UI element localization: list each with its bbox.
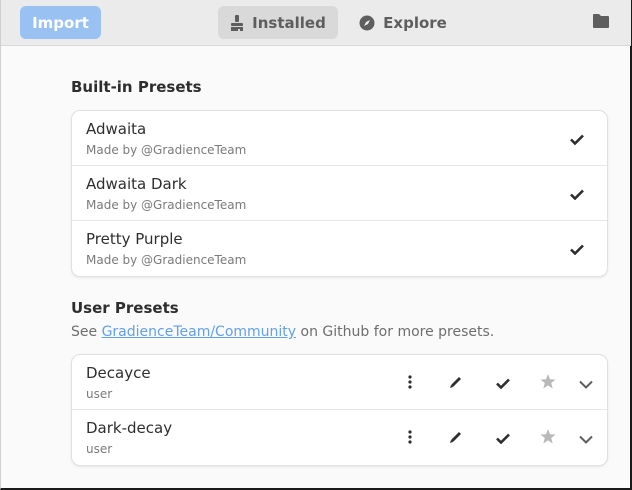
tab-explore[interactable]: Explore (353, 6, 453, 39)
open-folder-button[interactable] (591, 12, 611, 32)
pencil-icon (449, 429, 463, 448)
preset-author: user (86, 442, 113, 456)
check-icon (570, 185, 584, 204)
edit-button[interactable] (445, 372, 467, 394)
list-item[interactable]: Decayce user (72, 355, 607, 410)
tab-installed-label: Installed (252, 13, 326, 32)
preset-name: Pretty Purple (86, 230, 183, 248)
more-options-button[interactable] (399, 372, 421, 394)
preset-author: user (86, 387, 113, 401)
user-presets-title: User Presets (71, 299, 179, 317)
list-item[interactable]: Pretty Purple Made by @GradienceTeam (72, 221, 607, 276)
preset-author: Made by @GradienceTeam (86, 253, 247, 267)
check-icon (496, 374, 510, 393)
more-options-button[interactable] (399, 427, 421, 449)
community-link[interactable]: GradienceTeam/Community (102, 324, 297, 340)
header-bar: Import Installed Explore (1, 0, 631, 46)
preset-author: Made by @GradienceTeam (86, 198, 247, 212)
brush-icon (230, 14, 244, 31)
preset-name: Adwaita Dark (86, 175, 187, 193)
preset-name: Dark-decay (86, 419, 173, 437)
apply-button[interactable] (566, 128, 588, 150)
check-icon (570, 240, 584, 259)
app-window: Import Installed Explore Built-in Preset… (0, 0, 632, 490)
favorite-button[interactable] (537, 372, 559, 394)
note-prefix: See (71, 324, 102, 340)
builtin-presets-title: Built-in Presets (71, 78, 202, 96)
expand-button[interactable] (575, 372, 597, 394)
chevron-down-icon (579, 374, 593, 393)
apply-button[interactable] (492, 427, 514, 449)
folder-icon (593, 13, 609, 32)
tab-installed[interactable]: Installed (218, 6, 338, 39)
favorite-button[interactable] (537, 427, 559, 449)
apply-button[interactable] (492, 372, 514, 394)
list-item[interactable]: Adwaita Dark Made by @GradienceTeam (72, 166, 607, 221)
chevron-down-icon (579, 429, 593, 448)
compass-icon (359, 15, 375, 31)
preset-name: Decayce (86, 364, 151, 382)
builtin-presets-list: Adwaita Made by @GradienceTeam Adwaita D… (71, 110, 608, 277)
apply-button[interactable] (566, 238, 588, 260)
edit-button[interactable] (445, 427, 467, 449)
star-icon (540, 428, 556, 448)
more-vertical-icon (408, 374, 412, 393)
tab-explore-label: Explore (383, 13, 447, 32)
star-icon (540, 373, 556, 393)
community-note: See GradienceTeam/Community on Github fo… (71, 324, 494, 340)
preset-name: Adwaita (86, 120, 147, 138)
list-item[interactable]: Adwaita Made by @GradienceTeam (72, 111, 607, 166)
apply-button[interactable] (566, 183, 588, 205)
note-suffix: on Github for more presets. (296, 324, 495, 340)
user-presets-list: Decayce user Dark-decay user (71, 354, 608, 466)
pencil-icon (449, 374, 463, 393)
import-button[interactable]: Import (20, 6, 101, 39)
expand-button[interactable] (575, 427, 597, 449)
check-icon (570, 130, 584, 149)
list-item[interactable]: Dark-decay user (72, 410, 607, 465)
preset-author: Made by @GradienceTeam (86, 143, 247, 157)
check-icon (496, 429, 510, 448)
more-vertical-icon (408, 429, 412, 448)
